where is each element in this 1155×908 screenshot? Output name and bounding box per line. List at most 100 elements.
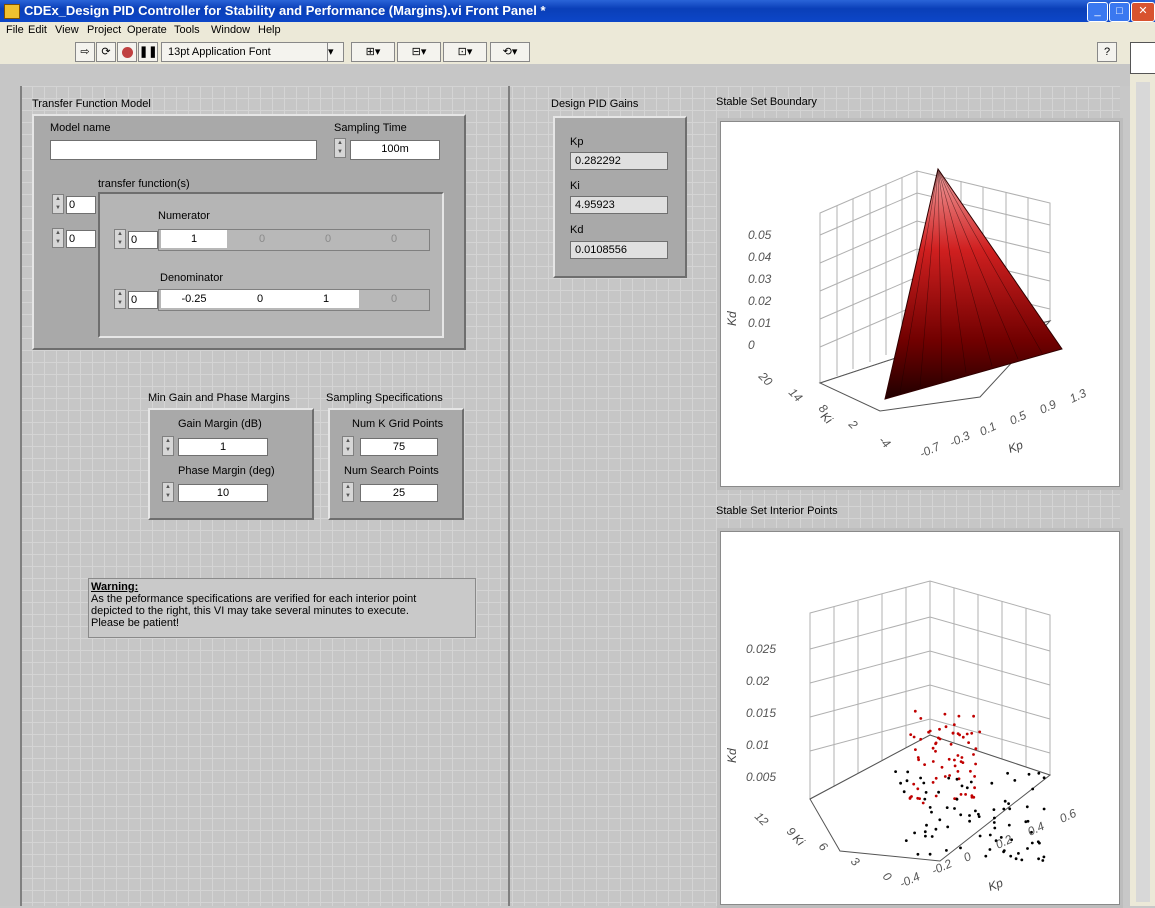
interior-point <box>972 753 975 756</box>
menu-view[interactable]: View <box>55 24 79 36</box>
sampling-specs-label: Sampling Specifications <box>326 392 443 404</box>
phase-margin-input[interactable]: 10 <box>178 484 268 502</box>
interior-point <box>1007 823 1011 827</box>
abort-icon[interactable] <box>117 42 137 62</box>
interior-point <box>960 784 964 788</box>
interior-kp-tick-label: -0.4 <box>897 869 922 891</box>
denominator-value[interactable]: 0 <box>361 290 427 308</box>
minimize-icon[interactable]: _ <box>1087 2 1108 22</box>
tf-index-spinner-2[interactable]: ▲ ▼ <box>52 228 64 248</box>
boundary-kp-tick-label: 0.1 <box>977 419 998 439</box>
interior-point <box>955 797 959 801</box>
interior-point <box>953 764 957 768</box>
interior-point <box>1042 776 1046 780</box>
distribute-objects-icon[interactable]: ⊟▾ <box>397 42 441 62</box>
interior-point <box>934 749 937 753</box>
interior-point <box>973 775 976 778</box>
interior-point <box>993 816 996 820</box>
interior-point <box>1031 787 1035 791</box>
denominator-value[interactable]: 1 <box>293 290 359 308</box>
sampling-time-spinner[interactable]: ▲ ▼ <box>334 138 346 158</box>
interior-point <box>923 763 926 766</box>
margins-section-label: Min Gain and Phase Margins <box>148 392 290 404</box>
boundary-graph[interactable]: 0.05 0.04 0.03 0.02 0.01 0 20 14 8 2 -4 1.3 0.9 0.5… <box>717 118 1123 490</box>
num-search-spinner[interactable]: ▲ ▼ <box>342 482 354 502</box>
interior-point <box>953 807 956 810</box>
tf-index-input-2[interactable]: 0 <box>66 230 96 248</box>
interior-point <box>916 796 920 800</box>
help-button[interactable]: ? <box>1097 42 1117 62</box>
interior-point <box>913 831 916 835</box>
boundary-3d-plot: 0.050.040.030.020.010 201482-4 1.30.90.5… <box>725 167 1089 461</box>
menu-file[interactable]: File <box>6 24 24 36</box>
denominator-index-input[interactable]: 0 <box>128 291 158 309</box>
interior-point <box>964 793 967 796</box>
kd-label: Kd <box>570 224 584 236</box>
vertical-scrollbar[interactable] <box>1136 82 1150 902</box>
interior-point <box>974 762 977 766</box>
gain-margin-spinner[interactable]: ▲ ▼ <box>162 436 174 456</box>
run-arrow-icon[interactable]: ⇨ <box>75 42 95 62</box>
interior-point <box>1037 771 1041 775</box>
interior-point <box>943 712 947 716</box>
interior-point <box>970 795 974 799</box>
font-select[interactable]: 13pt Application Font ▾ <box>161 42 344 62</box>
interior-point <box>1026 847 1029 850</box>
warning-line: As the peformance specifications are ver… <box>91 593 417 605</box>
interior-point <box>993 826 997 830</box>
phase-margin-spinner[interactable]: ▲ ▼ <box>162 482 174 502</box>
sampling-time-input[interactable]: 100m <box>350 140 440 160</box>
menu-help[interactable]: Help <box>258 24 281 36</box>
tf-index-input-1[interactable]: 0 <box>66 196 96 214</box>
menu-window[interactable]: Window <box>211 24 250 36</box>
tf-index-spinner-1[interactable]: ▲ ▼ <box>52 194 64 214</box>
numerator-value[interactable]: 0 <box>229 230 295 248</box>
interior-point <box>1014 857 1018 861</box>
interior-point <box>922 781 926 785</box>
numerator-value[interactable]: 0 <box>295 230 361 248</box>
pause-icon[interactable]: ❚❚ <box>138 42 158 62</box>
maximize-icon[interactable]: □ <box>1109 2 1130 22</box>
interior-point <box>943 775 947 778</box>
interior-point <box>913 709 917 713</box>
reorder-icon[interactable]: ⟲▾ <box>490 42 530 62</box>
numerator-index-input[interactable]: 0 <box>128 231 158 249</box>
run-continuously-icon[interactable]: ⟳ <box>96 42 116 62</box>
interior-point <box>959 793 963 796</box>
boundary-kp-tick-label: 0.9 <box>1037 397 1058 417</box>
boundary-kp-tick-label: -0.7 <box>917 439 943 461</box>
boundary-kd-axis-label: Kd <box>725 311 739 326</box>
model-name-input[interactable] <box>50 140 317 160</box>
panel-separator-left <box>20 86 22 906</box>
numerator-index-spinner[interactable]: ▲ ▼ <box>114 229 126 249</box>
numerator-value[interactable]: 1 <box>161 230 227 248</box>
align-objects-icon[interactable]: ⊞▾ <box>351 42 395 62</box>
interior-point <box>952 723 956 727</box>
num-k-grid-spinner[interactable]: ▲ ▼ <box>342 436 354 456</box>
close-icon[interactable]: ✕ <box>1131 2 1155 22</box>
interior-graph[interactable]: 0.025 0.02 0.015 0.01 0.005 12 9 6 3 0 0.6 0.4 0.2… <box>717 528 1123 908</box>
menu-operate[interactable]: Operate <box>127 24 167 36</box>
menu-tools[interactable]: Tools <box>174 24 200 36</box>
boundary-kp-tick-label: 0.5 <box>1007 408 1028 428</box>
denominator-value[interactable]: 0 <box>227 290 293 308</box>
interior-kd-tick-label: 0.02 <box>746 674 770 688</box>
denominator-value[interactable]: -0.25 <box>161 290 227 308</box>
numerator-value[interactable]: 0 <box>361 230 427 248</box>
menu-project[interactable]: Project <box>87 24 121 36</box>
kd-indicator: 0.0108556 <box>570 241 668 259</box>
interior-point <box>914 748 917 751</box>
boundary-kd-tick-label: 0 <box>748 338 755 352</box>
resize-objects-icon[interactable]: ⊡▾ <box>443 42 487 62</box>
num-k-grid-input[interactable]: 75 <box>360 438 438 456</box>
boundary-ki-tick-label: 20 <box>755 369 775 389</box>
interior-point <box>937 790 940 794</box>
interior-gridlines <box>809 580 1052 862</box>
interior-point <box>972 714 975 718</box>
transfer-function-array <box>98 192 444 338</box>
menu-edit[interactable]: Edit <box>28 24 47 36</box>
gain-margin-input[interactable]: 1 <box>178 438 268 456</box>
num-search-input[interactable]: 25 <box>360 484 438 502</box>
denominator-index-spinner[interactable]: ▲ ▼ <box>114 289 126 309</box>
sampling-time-label: Sampling Time <box>334 122 407 134</box>
